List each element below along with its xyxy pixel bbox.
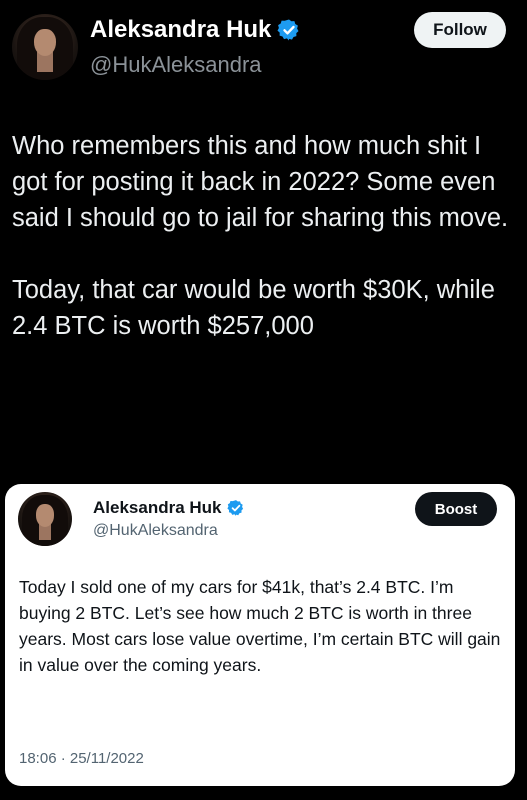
quoted-tweet-card[interactable]: Aleksandra Huk @HukAleksandra Boost Toda… [5,484,515,786]
quoted-author-name[interactable]: Aleksandra Huk [93,498,222,518]
tweet-text: Who remembers this and how much shit I g… [12,128,517,344]
tweet-paragraph-2: Today, that car would be worth $30K, whi… [12,276,495,340]
quoted-tweet-timestamp[interactable]: 18:06 · 25/11/2022 [19,750,144,767]
boost-button[interactable]: Boost [415,492,497,526]
quoted-tweet-text: Today I sold one of my cars for $41k, th… [19,577,501,675]
author-name[interactable]: Aleksandra Huk [90,16,271,44]
verified-badge-icon [226,500,243,516]
author-handle[interactable]: @HukAleksandra [90,52,262,78]
verified-badge-icon [277,19,299,41]
author-avatar[interactable] [12,14,78,80]
avatar-face [35,503,55,527]
quoted-author-avatar[interactable] [18,492,72,546]
author-name-row[interactable]: Aleksandra Huk [90,16,301,44]
follow-button[interactable]: Follow [414,12,506,48]
quoted-author-name-row[interactable]: Aleksandra Huk [93,498,245,518]
tweet-paragraph-1: Who remembers this and how much shit I g… [12,132,509,232]
quoted-author-handle[interactable]: @HukAleksandra [93,522,218,540]
